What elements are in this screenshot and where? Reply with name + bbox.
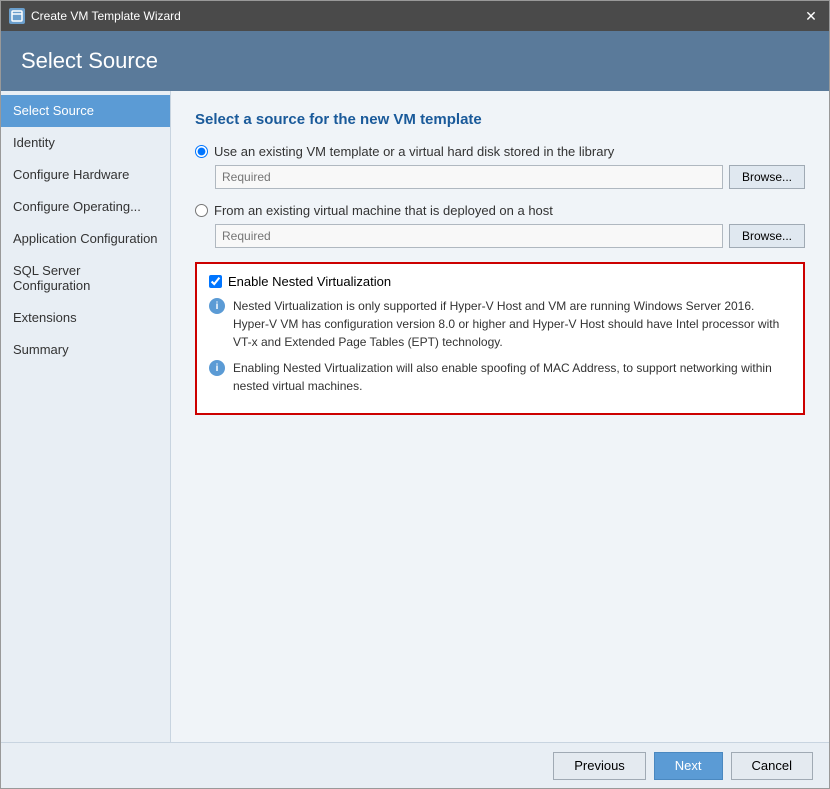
enable-nested-virt-row[interactable]: Enable Nested Virtualization	[209, 274, 791, 289]
window-title: Create VM Template Wizard	[31, 9, 801, 23]
info-row-2: i Enabling Nested Virtualization will al…	[209, 359, 791, 395]
radio-existing-vm[interactable]	[195, 204, 208, 217]
source-input-1[interactable]	[215, 165, 723, 189]
source-input-2[interactable]	[215, 224, 723, 248]
content-area: Select Source Identity Configure Hardwar…	[1, 91, 829, 742]
sidebar: Select Source Identity Configure Hardwar…	[1, 91, 171, 742]
browse-button-2[interactable]: Browse...	[729, 224, 805, 248]
window-icon	[9, 8, 25, 24]
next-button[interactable]: Next	[654, 752, 723, 780]
info-icon-1: i	[209, 298, 225, 314]
sidebar-item-application-configuration[interactable]: Application Configuration	[1, 223, 170, 255]
enable-nested-virt-label: Enable Nested Virtualization	[228, 274, 391, 289]
input-row-1: Browse...	[215, 165, 805, 189]
radio-label-existing-vm: From an existing virtual machine that is…	[214, 203, 553, 218]
info-text-2: Enabling Nested Virtualization will also…	[233, 359, 791, 395]
main-content: Select a source for the new VM template …	[171, 91, 829, 742]
sidebar-item-select-source[interactable]: Select Source	[1, 95, 170, 127]
previous-button[interactable]: Previous	[553, 752, 646, 780]
footer: Previous Next Cancel	[1, 742, 829, 788]
page-title: Select Source	[21, 48, 158, 74]
sidebar-item-configure-hardware[interactable]: Configure Hardware	[1, 159, 170, 191]
input-row-2: Browse...	[215, 224, 805, 248]
browse-button-1[interactable]: Browse...	[729, 165, 805, 189]
radio-existing-template[interactable]	[195, 145, 208, 158]
sidebar-item-sql-server-configuration[interactable]: SQL Server Configuration	[1, 255, 170, 302]
info-text-1: Nested Virtualization is only supported …	[233, 297, 791, 351]
enable-nested-virt-checkbox[interactable]	[209, 275, 222, 288]
close-button[interactable]: ✕	[801, 6, 821, 26]
sidebar-item-configure-operating[interactable]: Configure Operating...	[1, 191, 170, 223]
section-title: Select a source for the new VM template	[195, 111, 805, 128]
nested-virtualization-box: Enable Nested Virtualization i Nested Vi…	[195, 262, 805, 415]
sidebar-item-identity[interactable]: Identity	[1, 127, 170, 159]
info-row-1: i Nested Virtualization is only supporte…	[209, 297, 791, 351]
cancel-button[interactable]: Cancel	[731, 752, 813, 780]
info-icon-2: i	[209, 360, 225, 376]
radio-option-existing-vm[interactable]: From an existing virtual machine that is…	[195, 203, 805, 218]
title-bar: Create VM Template Wizard ✕	[1, 1, 829, 31]
header-bar: Select Source	[1, 31, 829, 91]
sidebar-item-extensions[interactable]: Extensions	[1, 302, 170, 334]
wizard-window: Create VM Template Wizard ✕ Select Sourc…	[0, 0, 830, 789]
sidebar-item-summary[interactable]: Summary	[1, 334, 170, 366]
radio-option-existing-template[interactable]: Use an existing VM template or a virtual…	[195, 144, 805, 159]
radio-label-existing-template: Use an existing VM template or a virtual…	[214, 144, 614, 159]
